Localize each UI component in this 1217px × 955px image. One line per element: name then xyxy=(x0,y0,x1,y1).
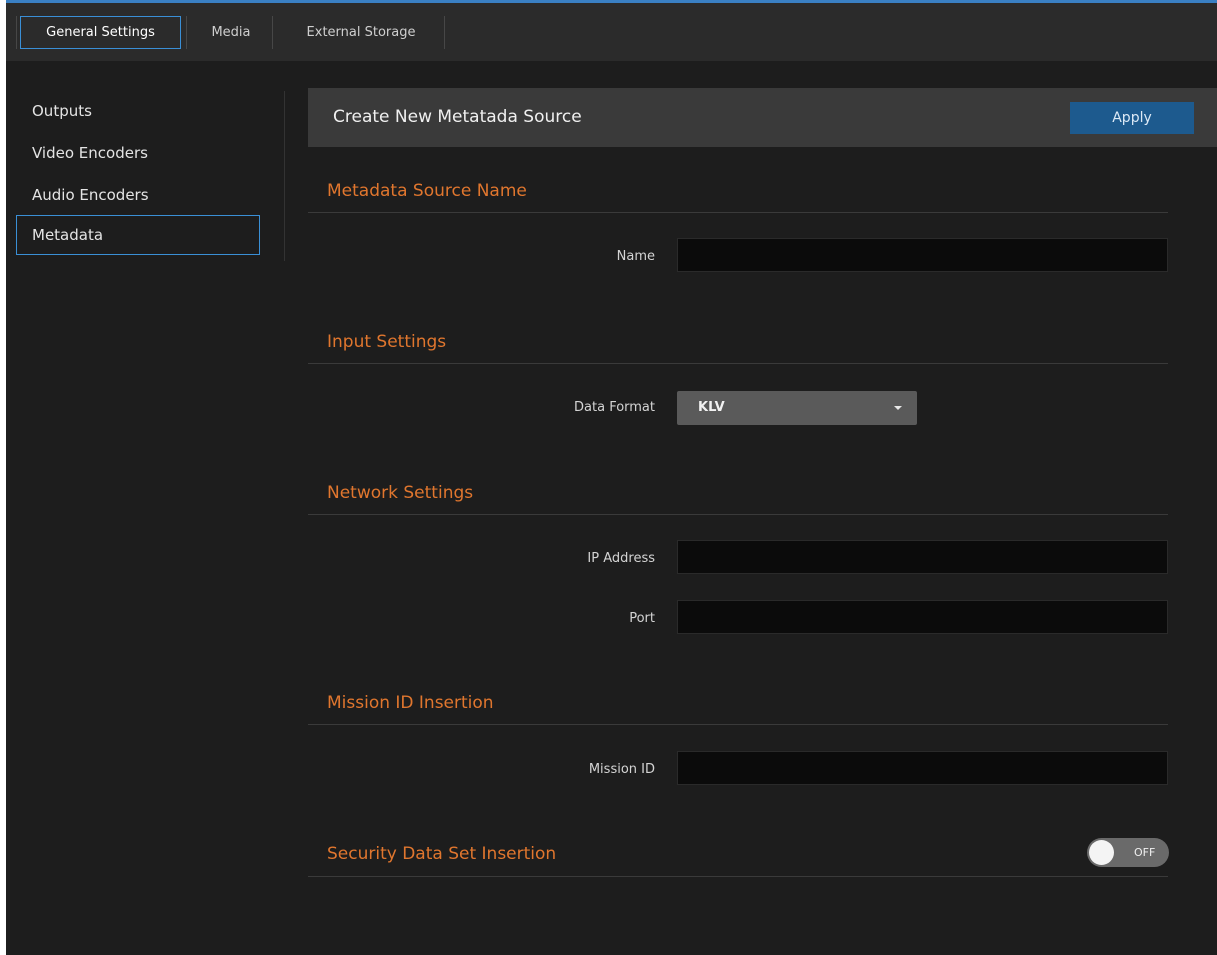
data-format-value: KLV xyxy=(698,400,725,415)
section-title-security-data-set: Security Data Set Insertion xyxy=(327,844,557,864)
tab-separator xyxy=(186,16,187,49)
port-label: Port xyxy=(629,611,655,626)
caret-down-icon xyxy=(894,406,902,410)
ip-address-input[interactable] xyxy=(677,540,1168,574)
security-toggle-switch[interactable]: OFF xyxy=(1087,838,1169,867)
section-divider xyxy=(308,363,1168,364)
apply-button[interactable]: Apply xyxy=(1070,102,1194,134)
sidebar-divider xyxy=(284,91,285,261)
mission-id-label: Mission ID xyxy=(588,762,655,777)
data-format-select[interactable]: KLV xyxy=(677,391,917,425)
sidebar-item-video-encoders[interactable]: Video Encoders xyxy=(16,133,260,173)
app-window: General Settings Media External Storage … xyxy=(6,0,1217,955)
mission-id-input[interactable] xyxy=(677,751,1168,785)
section-divider xyxy=(308,876,1168,877)
tab-separator xyxy=(272,16,273,49)
port-input[interactable] xyxy=(677,600,1168,634)
section-divider xyxy=(308,724,1168,725)
panel-header: Create New Metatada Source Apply xyxy=(308,88,1217,147)
ip-address-label: IP Address xyxy=(587,551,655,566)
section-title-network-settings: Network Settings xyxy=(327,483,474,503)
tab-external-storage[interactable]: External Storage xyxy=(278,16,444,49)
tab-media[interactable]: Media xyxy=(192,16,270,49)
tab-separator xyxy=(444,16,445,49)
name-input[interactable] xyxy=(677,238,1168,272)
sidebar-item-metadata[interactable]: Metadata xyxy=(16,215,260,255)
top-tab-bar: General Settings Media External Storage xyxy=(6,3,1217,61)
sidebar-item-audio-encoders[interactable]: Audio Encoders xyxy=(16,175,260,215)
section-title-source-name: Metadata Source Name xyxy=(327,181,527,201)
tab-general-settings[interactable]: General Settings xyxy=(20,16,181,49)
toggle-state-label: OFF xyxy=(1134,846,1156,859)
name-label: Name xyxy=(616,249,655,264)
section-title-input-settings: Input Settings xyxy=(327,332,447,352)
section-divider xyxy=(308,212,1168,213)
sidebar-item-outputs[interactable]: Outputs xyxy=(16,91,260,131)
section-title-mission-id: Mission ID Insertion xyxy=(327,693,494,713)
data-format-label: Data Format xyxy=(574,400,655,415)
panel-title: Create New Metatada Source xyxy=(333,107,582,127)
section-divider xyxy=(308,514,1168,515)
toggle-knob xyxy=(1089,840,1114,865)
tab-separator xyxy=(16,16,17,49)
